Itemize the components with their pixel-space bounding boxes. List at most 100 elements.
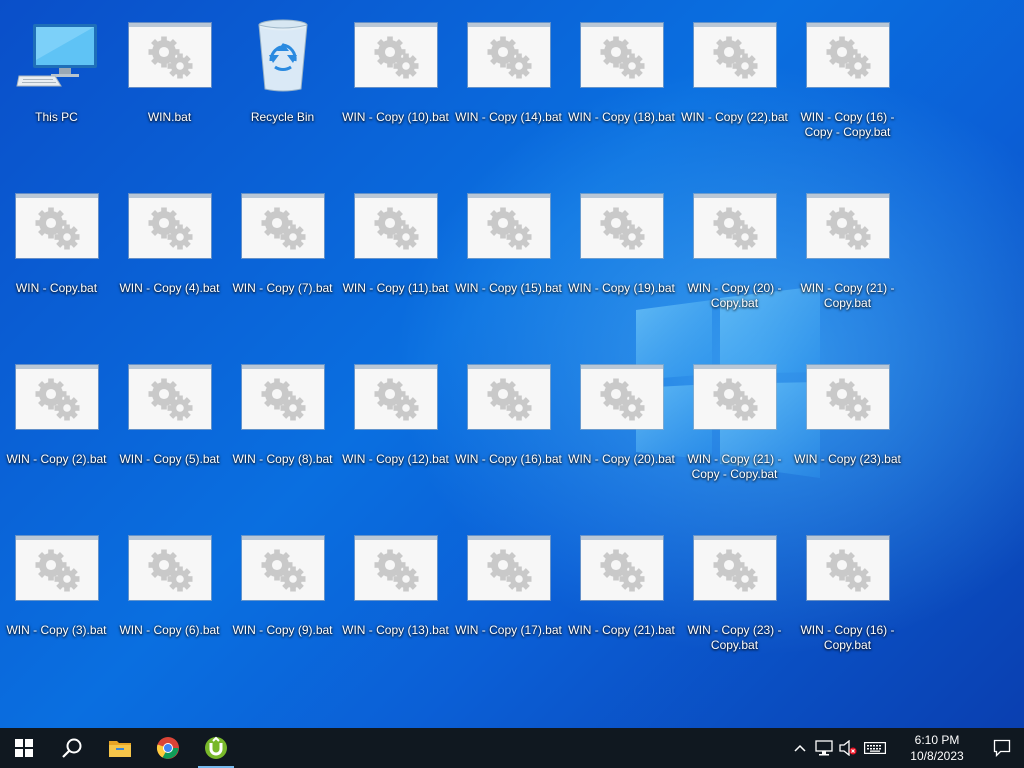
clock-date: 10/8/2023: [910, 749, 964, 763]
desktop-icon-win-copy-16-copy-bat[interactable]: WIN - Copy (16) - Copy.bat: [791, 521, 904, 692]
desktop-icon-win-copy-8-bat[interactable]: WIN - Copy (8).bat: [226, 350, 339, 521]
desktop-icon-label: WIN - Copy (11).bat: [342, 281, 449, 295]
batch-file-window-icon: [354, 23, 437, 87]
desktop-icon-win-bat[interactable]: WIN.bat: [113, 8, 226, 179]
batch-file-window-icon: [467, 536, 550, 600]
batch-file-window-icon: [15, 536, 98, 600]
desktop[interactable]: This PC WIN.bat Recycle Bin WIN - Copy (10)…: [0, 0, 1024, 728]
start-button[interactable]: [0, 728, 48, 768]
network-button[interactable]: [812, 728, 836, 768]
desktop-icon-win-copy-22-bat[interactable]: WIN - Copy (22).bat: [678, 8, 791, 179]
chevron-up-icon: [794, 744, 806, 752]
desktop-icon-win-copy-3-bat[interactable]: WIN - Copy (3).bat: [0, 521, 113, 692]
batch-file-icon: [15, 535, 99, 601]
desktop-icon-label: WIN - Copy (14).bat: [455, 110, 562, 124]
desktop-icon-label: Recycle Bin: [250, 110, 315, 124]
desktop-icon-win-copy-7-bat[interactable]: WIN - Copy (7).bat: [226, 179, 339, 350]
desktop-icon-win-copy-20-copy-bat[interactable]: WIN - Copy (20) - Copy.bat: [678, 179, 791, 350]
batch-file-window-icon: [241, 365, 324, 429]
batch-file-icon: [467, 364, 551, 430]
desktop-icon-label: WIN - Copy (3).bat: [6, 623, 107, 637]
desktop-icon-win-copy-6-bat[interactable]: WIN - Copy (6).bat: [113, 521, 226, 692]
batch-file-icon: [806, 364, 890, 430]
show-hidden-icons-button[interactable]: [788, 728, 812, 768]
desktop-icon-win-copy-bat[interactable]: WIN - Copy.bat: [0, 179, 113, 350]
windows-start-icon: [15, 739, 33, 757]
batch-file-window-icon: [580, 194, 663, 258]
desktop-icon-label: WIN - Copy (13).bat: [342, 623, 449, 637]
desktop-icon-win-copy-2-bat[interactable]: WIN - Copy (2).bat: [0, 350, 113, 521]
batch-file-icon: [128, 22, 212, 88]
gear-icon: [713, 207, 757, 250]
desktop-icon-label: This PC: [35, 110, 78, 124]
desktop-icon-win-copy-4-bat[interactable]: WIN - Copy (4).bat: [113, 179, 226, 350]
desktop-icon-win-copy-10-bat[interactable]: WIN - Copy (10).bat: [339, 8, 452, 179]
desktop-icon-label: WIN - Copy (12).bat: [342, 452, 449, 466]
chrome-icon: [156, 737, 179, 759]
batch-file-window-icon: [467, 194, 550, 258]
desktop-icon-label: WIN - Copy (21).bat: [568, 623, 675, 637]
desktop-icon-win-copy-18-bat[interactable]: WIN - Copy (18).bat: [565, 8, 678, 179]
batch-file-icon: [467, 22, 551, 88]
batch-file-window-icon: [693, 194, 776, 258]
desktop-icon-win-copy-9-bat[interactable]: WIN - Copy (9).bat: [226, 521, 339, 692]
desktop-icon-label: WIN - Copy (7).bat: [232, 281, 333, 295]
batch-file-icon: [580, 364, 664, 430]
batch-file-window-icon: [693, 536, 776, 600]
gear-icon: [148, 207, 192, 250]
batch-file-window-icon: [241, 194, 324, 258]
gear-icon: [374, 378, 418, 421]
batch-file-window-icon: [580, 536, 663, 600]
batch-file-icon: [241, 535, 325, 601]
batch-file-icon: [580, 22, 664, 88]
gear-icon: [713, 549, 757, 592]
desktop-icon-win-copy-17-bat[interactable]: WIN - Copy (17).bat: [452, 521, 565, 692]
desktop-icon-win-copy-19-bat[interactable]: WIN - Copy (19).bat: [565, 179, 678, 350]
batch-file-window-icon: [806, 23, 889, 87]
utorrent-button[interactable]: [192, 728, 240, 768]
batch-file-window-icon: [467, 365, 550, 429]
desktop-icon-win-copy-14-bat[interactable]: WIN - Copy (14).bat: [452, 8, 565, 179]
batch-file-icon: [354, 364, 438, 430]
desktop-icon-win-copy-20-bat[interactable]: WIN - Copy (20).bat: [565, 350, 678, 521]
desktop-icon-win-copy-12-bat[interactable]: WIN - Copy (12).bat: [339, 350, 452, 521]
batch-file-window-icon: [15, 365, 98, 429]
keyboard-icon: [864, 742, 886, 754]
batch-file-icon: [354, 193, 438, 259]
batch-file-window-icon: [354, 365, 437, 429]
network-icon: [815, 740, 833, 756]
volume-button[interactable]: [836, 728, 860, 768]
touch-keyboard-button[interactable]: [860, 728, 890, 768]
desktop-icon-win-copy-15-bat[interactable]: WIN - Copy (15).bat: [452, 179, 565, 350]
batch-file-icon: [693, 535, 777, 601]
action-center-button[interactable]: [980, 728, 1024, 768]
desktop-icon-win-copy-11-bat[interactable]: WIN - Copy (11).bat: [339, 179, 452, 350]
desktop-icon-win-copy-21-copy-copy-bat[interactable]: WIN - Copy (21) - Copy - Copy.bat: [678, 350, 791, 521]
gear-icon: [374, 549, 418, 592]
batch-file-icon: [15, 193, 99, 259]
desktop-icon-win-copy-16-copy-copy-bat[interactable]: WIN - Copy (16) - Copy - Copy.bat: [791, 8, 904, 179]
gear-icon: [148, 549, 192, 592]
desktop-icon-label: WIN - Copy (20).bat: [568, 452, 675, 466]
desktop-icon-win-copy-23-copy-bat[interactable]: WIN - Copy (23) - Copy.bat: [678, 521, 791, 692]
desktop-icon-label: WIN - Copy (22).bat: [681, 110, 788, 124]
desktop-icon-recycle-bin[interactable]: Recycle Bin: [226, 8, 339, 179]
search-button[interactable]: [48, 728, 96, 768]
desktop-icon-win-copy-21-bat[interactable]: WIN - Copy (21).bat: [565, 521, 678, 692]
action-center-icon: [993, 739, 1011, 757]
chrome-button[interactable]: [144, 728, 192, 768]
desktop-icon-label: WIN - Copy (18).bat: [568, 110, 675, 124]
desktop-icon-label: WIN - Copy (19).bat: [568, 281, 675, 295]
clock[interactable]: 6:10 PM 10/8/2023: [894, 732, 980, 764]
batch-file-icon: [15, 364, 99, 430]
batch-file-window-icon: [806, 365, 889, 429]
desktop-icon-win-copy-23-bat[interactable]: WIN - Copy (23).bat: [791, 350, 904, 521]
desktop-icon-win-copy-13-bat[interactable]: WIN - Copy (13).bat: [339, 521, 452, 692]
desktop-icon-win-copy-21-copy-bat[interactable]: WIN - Copy (21) - Copy.bat: [791, 179, 904, 350]
desktop-icon-win-copy-16-bat[interactable]: WIN - Copy (16).bat: [452, 350, 565, 521]
desktop-icon-label: WIN - Copy (23).bat: [794, 452, 901, 466]
desktop-icon-label: WIN - Copy (16) - Copy - Copy.bat: [800, 110, 895, 139]
file-explorer-button[interactable]: [96, 728, 144, 768]
desktop-icon-win-copy-5-bat[interactable]: WIN - Copy (5).bat: [113, 350, 226, 521]
desktop-icon-this-pc[interactable]: This PC: [0, 8, 113, 179]
